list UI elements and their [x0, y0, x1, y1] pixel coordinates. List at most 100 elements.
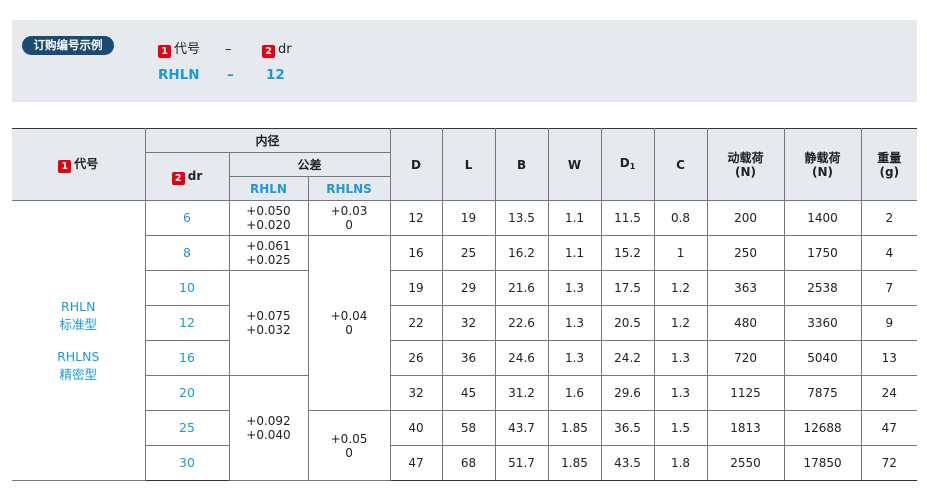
table-row: 16 26 36 24.6 1.3 24.2 1.3 720 5040 13	[12, 340, 918, 376]
cell-weight: 24	[860, 375, 918, 411]
cell-W: 1.85	[547, 445, 602, 481]
cell-D: 47	[389, 445, 443, 481]
cell-D: 12	[389, 200, 443, 236]
header-weight: 重量 (g)	[860, 128, 918, 201]
series-rhlns-desc: 精密型	[59, 366, 97, 382]
cell-static-load: 5040	[783, 340, 862, 376]
cell-tol-rhlns: +0.05 0	[307, 410, 391, 481]
cell-D1: 20.5	[600, 305, 655, 341]
cell-D1: 36.5	[600, 410, 655, 446]
order-value-code: RHLN	[158, 67, 200, 83]
table-row: 12 22 32 22.6 1.3 20.5 1.2 480 3360 9	[12, 305, 918, 341]
cell-L: 19	[441, 200, 496, 236]
cell-tol-rhln: +0.092 +0.040	[228, 375, 309, 481]
cell-B: 43.7	[494, 410, 549, 446]
cell-B: 21.6	[494, 270, 549, 306]
cell-L: 32	[441, 305, 496, 341]
cell-weight: 47	[860, 410, 918, 446]
series-rhln: RHLN	[61, 298, 96, 314]
cell-weight: 13	[860, 340, 918, 376]
cell-L: 25	[441, 235, 496, 271]
cell-W: 1.3	[547, 270, 602, 306]
cell-weight: 7	[860, 270, 918, 306]
cell-dynamic-load: 200	[706, 200, 785, 236]
cell-C: 1.5	[653, 410, 708, 446]
cell-C: 1.3	[653, 375, 708, 411]
cell-D: 32	[389, 375, 443, 411]
cell-L: 45	[441, 375, 496, 411]
cell-B: 16.2	[494, 235, 549, 271]
order-example-panel	[12, 20, 917, 102]
series-rhln-desc: 标准型	[59, 316, 97, 332]
cell-C: 0.8	[653, 200, 708, 236]
cell-static-load: 3360	[783, 305, 862, 341]
cell-dynamic-load: 250	[706, 235, 785, 271]
cell-dynamic-load: 1125	[706, 375, 785, 411]
cell-D1: 29.6	[600, 375, 655, 411]
cell-W: 1.6	[547, 375, 602, 411]
order-label-dr: 2 dr	[262, 42, 292, 58]
cell-D1: 24.2	[600, 340, 655, 376]
table-row: 25 +0.05 0 40 58 43.7 1.85 36.5 1.5 1813…	[12, 410, 918, 481]
cell-dynamic-load: 2550	[706, 445, 785, 481]
cell-D: 40	[389, 410, 443, 446]
cell-D1: 11.5	[600, 200, 655, 236]
cell-dr: 25	[145, 410, 230, 446]
cell-B: 24.6	[494, 340, 549, 376]
cell-D: 22	[389, 305, 443, 341]
cell-W: 1.1	[547, 235, 602, 271]
order-value-dash: –	[227, 67, 234, 83]
cell-W: 1.1	[547, 200, 602, 236]
cell-W: 1.3	[547, 305, 602, 341]
cell-W: 1.85	[547, 410, 602, 446]
cell-L: 68	[441, 445, 496, 481]
cell-dr: 20	[145, 375, 230, 411]
cell-static-load: 1750	[783, 235, 862, 271]
cell-static-load: 12688	[783, 410, 862, 446]
header-code: 1 代号	[12, 128, 146, 201]
table-row: RHLN 标准型 RHLNS 精密型 6 +0.050 +0.020 +0.03…	[12, 200, 918, 481]
badge-2: 2	[262, 45, 275, 58]
cell-weight: 2	[860, 200, 918, 236]
cell-D1: 15.2	[600, 235, 655, 271]
cell-D: 19	[389, 270, 443, 306]
header-tol-rhln: RHLN	[229, 176, 309, 201]
order-example-title: 订购编号示例	[22, 36, 114, 55]
cell-dr: 10	[145, 270, 230, 306]
series-rhlns: RHLNS	[57, 348, 100, 364]
cell-B: 31.2	[494, 375, 549, 411]
cell-L: 29	[441, 270, 496, 306]
cell-C: 1.2	[653, 270, 708, 306]
cell-dr: 8	[145, 235, 230, 271]
header-inner-diameter: 内径	[144, 128, 391, 153]
cell-tol-rhln: +0.075 +0.032	[228, 270, 309, 376]
cell-dr: 30	[145, 445, 230, 481]
cell-tol-rhlns: +0.03 0	[307, 200, 391, 236]
cell-dynamic-load: 720	[706, 340, 785, 376]
cell-static-load: 2538	[783, 270, 862, 306]
header-dr: 2 dr	[145, 152, 230, 201]
cell-static-load: 17850	[783, 445, 862, 481]
cell-C: 1	[653, 235, 708, 271]
cell-L: 36	[441, 340, 496, 376]
header-C: C	[653, 128, 708, 201]
cell-weight: 4	[860, 235, 918, 271]
table-row: 8 +0.061 +0.025 +0.04 0 16 25 16.2 1.1 1…	[12, 235, 918, 411]
header-D1: D1	[600, 128, 655, 201]
cell-tol-rhln: +0.061 +0.025	[228, 235, 309, 271]
cell-D1: 17.5	[600, 270, 655, 306]
cell-B: 51.7	[494, 445, 549, 481]
cell-B: 22.6	[494, 305, 549, 341]
cell-C: 1.2	[653, 305, 708, 341]
spec-table: 1 代号 内径 D L B W D1 C 动载荷 (N) 静载荷 (N) 重量 (…	[12, 128, 918, 481]
header-L: L	[441, 128, 496, 201]
order-dash: –	[225, 42, 232, 57]
header-B: B	[494, 128, 549, 201]
cell-dynamic-load: 363	[706, 270, 785, 306]
cell-C: 1.8	[653, 445, 708, 481]
header-D: D	[389, 128, 443, 201]
header-dynamic-load: 动载荷 (N)	[706, 128, 785, 201]
order-value-dr: 12	[266, 67, 285, 83]
cell-dr: 12	[145, 305, 230, 341]
cell-dr: 16	[145, 340, 230, 376]
